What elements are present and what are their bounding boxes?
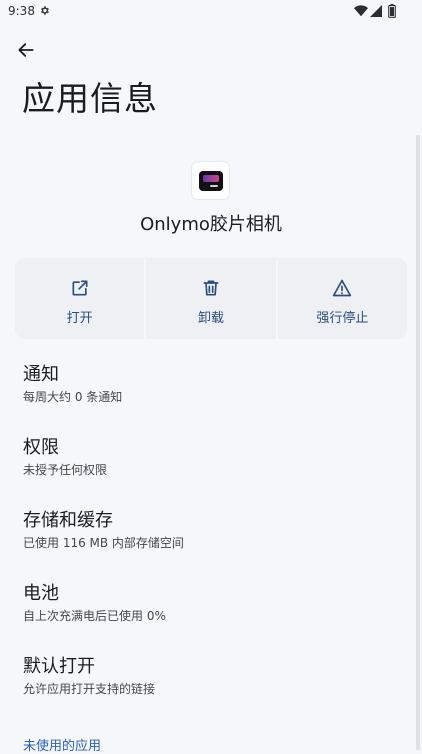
unused-apps-section-header: 未使用的应用 <box>23 739 102 754</box>
status-time: 9:38 <box>8 4 35 18</box>
warning-icon <box>331 277 353 299</box>
setting-title: 通知 <box>23 364 59 385</box>
notifications-item[interactable]: 通知 每周大约 0 条通知 <box>0 363 400 423</box>
setting-subtitle: 每周大约 0 条通知 <box>23 390 123 404</box>
wifi-icon <box>354 5 368 17</box>
setting-subtitle: 未授予任何权限 <box>23 463 108 477</box>
setting-subtitle: 已使用 116 MB 内部存储空间 <box>23 536 184 550</box>
force-stop-button[interactable]: 强行停止 <box>277 258 407 339</box>
gear-icon <box>41 6 49 15</box>
open-label: 打开 <box>66 311 93 326</box>
open-in-new-icon <box>69 277 91 299</box>
setting-title: 电池 <box>23 583 59 604</box>
storage-cache-item[interactable]: 存储和缓存 已使用 116 MB 内部存储空间 <box>0 509 400 569</box>
force-stop-label: 强行停止 <box>316 311 369 326</box>
action-bar: 打开 卸载 强行停止 <box>15 258 407 339</box>
setting-title: 权限 <box>23 437 59 458</box>
permissions-item[interactable]: 权限 未授予任何权限 <box>0 436 400 496</box>
battery-item[interactable]: 电池 自上次充满电后已使用 0% <box>0 582 400 642</box>
open-by-default-item[interactable]: 默认打开 允许应用打开支持的链接 <box>0 655 400 715</box>
battery-icon <box>388 4 396 18</box>
page-title: 应用信息 <box>22 79 158 118</box>
signal-icon <box>370 5 382 17</box>
arrow-back-icon <box>18 43 34 57</box>
setting-title: 默认打开 <box>23 656 95 677</box>
uninstall-button[interactable]: 卸载 <box>146 258 276 339</box>
scrollbar[interactable] <box>416 135 420 750</box>
trash-icon <box>200 277 222 299</box>
setting-subtitle: 自上次充满电后已使用 0% <box>23 609 166 623</box>
open-button[interactable]: 打开 <box>15 258 145 339</box>
uninstall-label: 卸载 <box>197 311 224 326</box>
app-name: Onlymo胶片相机 <box>140 214 282 235</box>
status-bar: 9:38 <box>0 0 422 24</box>
back-button[interactable] <box>12 36 40 64</box>
app-icon <box>192 162 229 199</box>
setting-subtitle: 允许应用打开支持的链接 <box>23 682 156 696</box>
setting-title: 存储和缓存 <box>23 510 113 531</box>
app-logo <box>198 170 223 191</box>
